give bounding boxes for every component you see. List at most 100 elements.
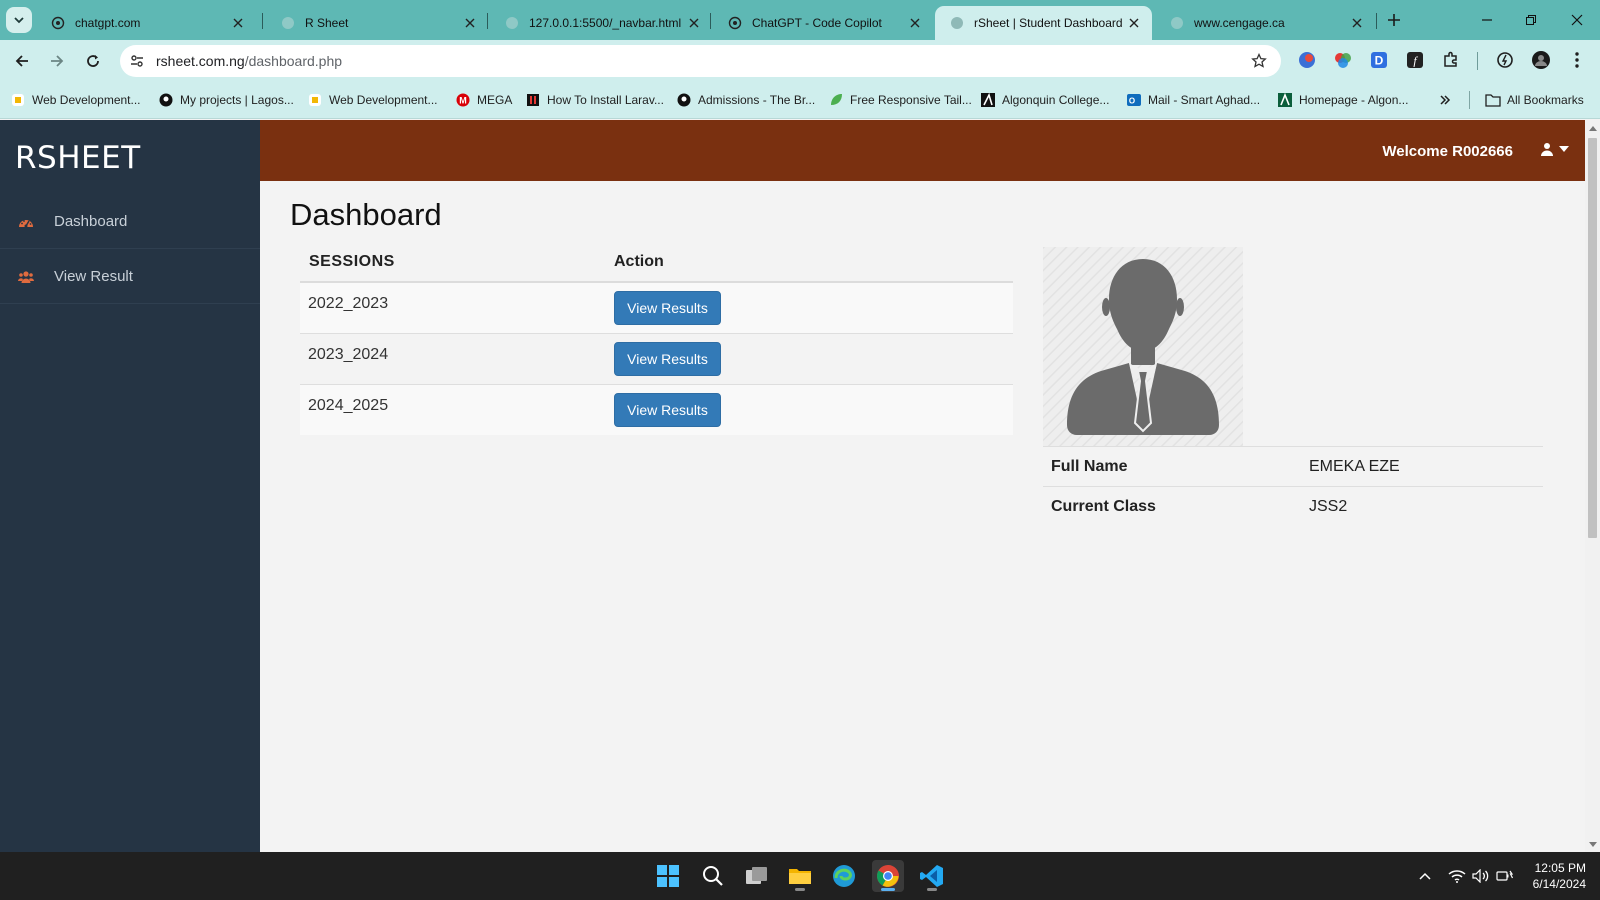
clock-time: 12:05 PM	[1534, 861, 1586, 875]
bookmark-item[interactable]: M MEGA	[455, 90, 512, 110]
browser-tab-4[interactable]: ChatGPT - Code Copilot	[713, 6, 933, 40]
close-icon[interactable]	[230, 15, 246, 31]
close-icon[interactable]	[1126, 15, 1142, 31]
extension-d-icon[interactable]: D	[1369, 50, 1389, 70]
extension-blue-icon[interactable]	[1297, 50, 1317, 70]
bookmark-label: My projects | Lagos...	[180, 93, 294, 107]
current-class-label: Current Class	[1043, 486, 1309, 527]
wifi-icon[interactable]	[1447, 866, 1467, 886]
forward-button[interactable]	[44, 48, 70, 74]
task-view-button[interactable]	[741, 860, 773, 892]
tab-title: www.cengage.ca	[1194, 16, 1285, 30]
view-results-button[interactable]: View Results	[614, 392, 721, 427]
performance-icon[interactable]	[1495, 50, 1515, 70]
bookmark-label: Free Responsive Tail...	[850, 93, 972, 107]
scroll-up-icon[interactable]	[1588, 123, 1597, 133]
current-class-value: JSS2	[1309, 486, 1543, 527]
view-results-button[interactable]: View Results	[614, 341, 721, 376]
bookmark-item[interactable]: O Mail - Smart Aghad...	[1126, 90, 1260, 110]
bookmark-item[interactable]: My projects | Lagos...	[158, 90, 294, 110]
extension-font-icon[interactable]: f	[1405, 50, 1425, 70]
tab-search-button[interactable]	[6, 7, 32, 33]
scroll-down-icon[interactable]	[1588, 839, 1597, 849]
show-hidden-icons-button[interactable]	[1415, 866, 1435, 886]
page-scrollbar[interactable]	[1585, 120, 1600, 852]
bookmark-item[interactable]: Homepage - Algon...	[1277, 90, 1408, 110]
close-icon[interactable]	[462, 15, 478, 31]
all-bookmarks-button[interactable]: All Bookmarks	[1485, 90, 1584, 110]
bookmark-item[interactable]: How To Install Larav...	[525, 90, 664, 110]
url-host: rsheet.com.ng	[156, 53, 245, 69]
address-bar[interactable]: rsheet.com.ng/dashboard.php	[120, 45, 1281, 77]
sidebar: RSHEET Dashboard View Result	[0, 120, 260, 852]
bookmark-star-icon[interactable]	[1249, 51, 1269, 71]
windows-logo-icon	[657, 865, 679, 887]
scrollbar-thumb[interactable]	[1588, 138, 1597, 538]
bookmark-label: Algonquin College...	[1002, 93, 1110, 107]
github-icon	[158, 92, 174, 108]
chevron-up-icon	[1419, 872, 1431, 880]
start-button[interactable]	[652, 860, 684, 892]
reload-button[interactable]	[80, 48, 106, 74]
plus-icon	[1388, 14, 1400, 26]
sidebar-item-dashboard[interactable]: Dashboard	[0, 195, 260, 249]
system-clock[interactable]: 12:05 PM 6/14/2024	[1533, 860, 1586, 892]
sessions-table: SESSIONS Action 2022_2023 View Results 2…	[300, 243, 1013, 435]
svg-text:M: M	[459, 96, 467, 106]
vscode-icon	[920, 865, 943, 887]
back-button[interactable]	[9, 48, 35, 74]
browser-tab-2[interactable]: R Sheet	[266, 6, 488, 40]
brand-logo[interactable]: RSHEET	[15, 140, 141, 176]
browser-tab-6[interactable]: www.cengage.ca	[1155, 6, 1375, 40]
search-button[interactable]	[697, 860, 729, 892]
kebab-menu-icon[interactable]	[1567, 50, 1587, 70]
close-icon[interactable]	[686, 15, 702, 31]
profile-table: Full Name EMEKA EZE Current Class JSS2	[1043, 446, 1543, 527]
vscode-button[interactable]	[916, 860, 948, 892]
openai-icon	[50, 15, 66, 31]
bookmarks-bar: Web Development... My projects | Lagos..…	[0, 81, 1600, 119]
page-title: Dashboard	[290, 197, 442, 232]
tab-title: R Sheet	[305, 16, 349, 30]
view-results-button[interactable]: View Results	[614, 290, 721, 325]
site-settings-icon[interactable]	[122, 46, 152, 76]
more-bookmarks-button[interactable]	[1437, 90, 1459, 110]
bookmark-label: Homepage - Algon...	[1299, 93, 1409, 107]
url-path: /dashboard.php	[244, 53, 343, 69]
bookmark-item[interactable]: Web Development...	[10, 90, 141, 110]
user-menu-toggle[interactable]	[1541, 142, 1569, 156]
minimize-button[interactable]	[1472, 8, 1502, 32]
volume-icon[interactable]	[1471, 866, 1491, 886]
extension-color-icon[interactable]	[1333, 50, 1353, 70]
top-navbar: Welcome R002666	[260, 120, 1585, 181]
arrow-right-icon	[51, 55, 64, 67]
edge-button[interactable]	[828, 860, 860, 892]
session-cell: 2022_2023	[300, 281, 614, 333]
bookmark-label: Web Development...	[329, 93, 438, 107]
close-icon[interactable]	[907, 15, 923, 31]
bookmark-item[interactable]: Admissions - The Br...	[676, 90, 815, 110]
browser-tab-1[interactable]: chatgpt.com	[36, 6, 256, 40]
column-header-sessions: SESSIONS	[300, 243, 614, 283]
close-window-button[interactable]	[1562, 8, 1592, 32]
file-explorer-button[interactable]	[784, 860, 816, 892]
battery-icon[interactable]	[1495, 866, 1515, 886]
bookmark-item[interactable]: Web Development...	[307, 90, 438, 110]
arrow-left-icon	[15, 55, 28, 67]
globe-icon	[280, 15, 296, 31]
session-cell: 2024_2025	[300, 383, 614, 435]
profile-avatar-icon[interactable]	[1531, 50, 1551, 70]
browser-tab-3[interactable]: 127.0.0.1:5500/_navbar.html	[490, 6, 712, 40]
bookmark-item[interactable]: Free Responsive Tail...	[828, 90, 972, 110]
session-cell: 2023_2024	[300, 332, 614, 384]
extensions-puzzle-icon[interactable]	[1441, 50, 1461, 70]
chrome-button[interactable]	[872, 860, 904, 892]
browser-tab-5[interactable]: rSheet | Student Dashboard	[935, 6, 1152, 40]
sidebar-item-view-result[interactable]: View Result	[0, 250, 260, 304]
close-icon[interactable]	[1349, 15, 1365, 31]
bookmark-item[interactable]: Algonquin College...	[980, 90, 1109, 110]
table-row: Current Class JSS2	[1043, 486, 1543, 527]
restore-button[interactable]	[1516, 8, 1546, 32]
new-tab-button[interactable]	[1382, 8, 1406, 32]
svg-text:O: O	[1129, 97, 1135, 106]
